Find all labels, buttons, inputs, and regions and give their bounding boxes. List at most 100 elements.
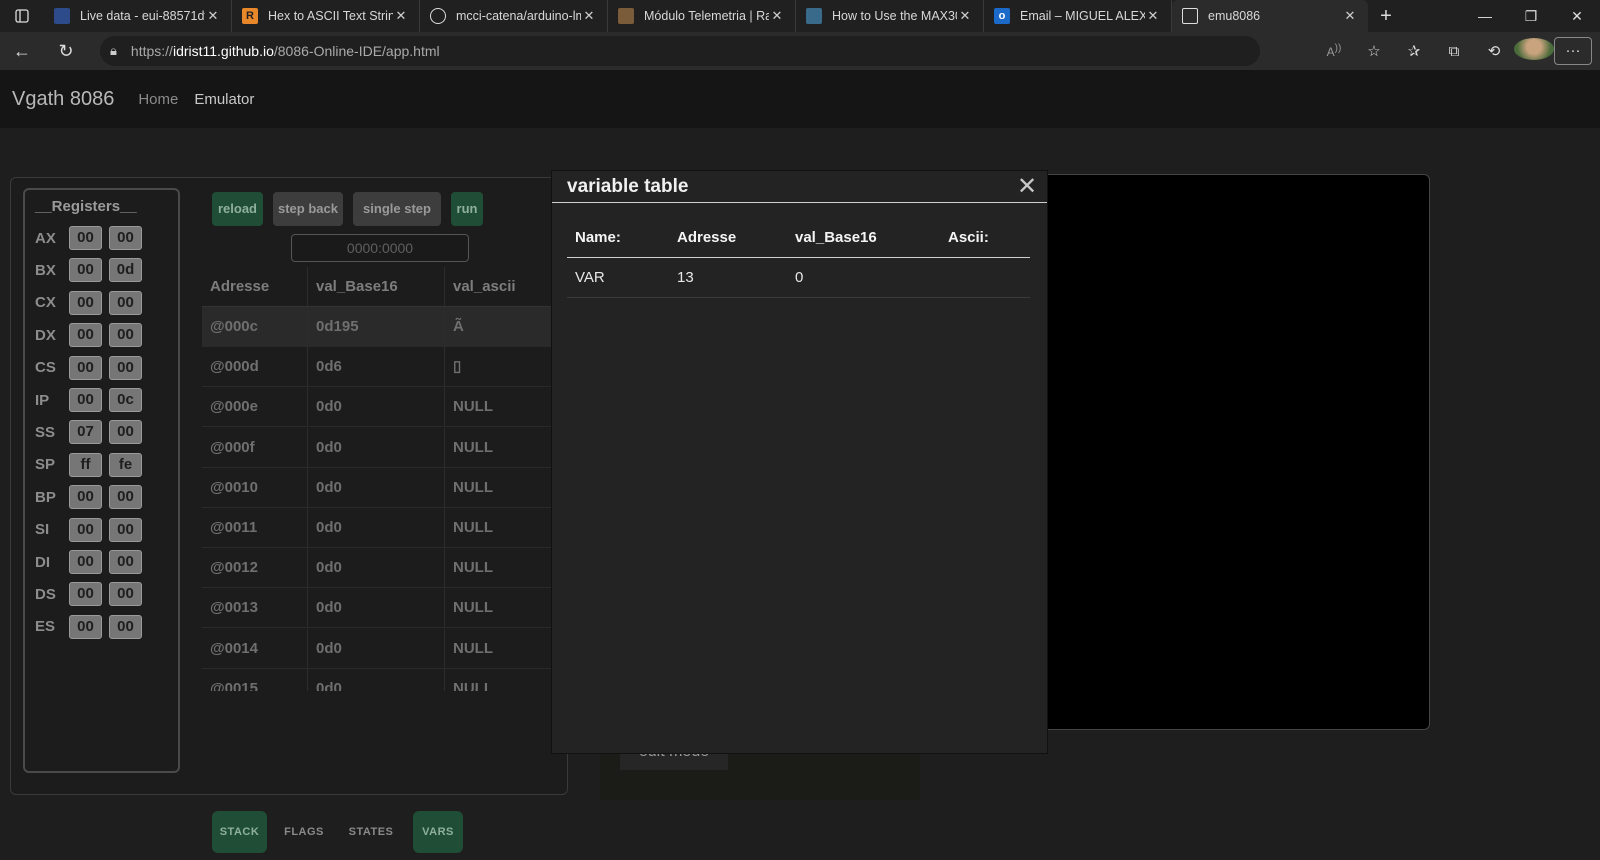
register-low-byte: 00 — [109, 355, 142, 380]
tab-close-icon[interactable]: ✕ — [957, 8, 973, 24]
register-row-ss: SS 07 00 — [35, 419, 149, 445]
browser-tab-title: mcci-catena/arduino-lm — [456, 9, 581, 23]
url-field[interactable]: 🔒︎ https://idrist11.github.io/8086-Onlin… — [100, 36, 1260, 66]
brand-logo[interactable]: Vgath 8086 — [12, 88, 114, 111]
close-icon[interactable]: ✕ — [1007, 172, 1047, 201]
run-button[interactable]: run — [451, 192, 483, 226]
tab-stack[interactable]: STACK — [212, 811, 267, 853]
table-cell: 0 — [795, 269, 804, 286]
chip-icon — [54, 8, 70, 24]
column-header-val-base16: val_Base16 — [308, 267, 445, 306]
memory-table-header: Adresse val_Base16 val_ascii — [202, 267, 562, 307]
register-high-byte: 00 — [69, 614, 102, 639]
site-navbar: Vgath 8086 Home Emulator — [0, 70, 1600, 128]
browser-tab-title: How to Use the MAX30 — [832, 9, 957, 23]
table-cell: @0012 — [202, 548, 308, 588]
register-row-cs: CS 00 00 — [35, 355, 149, 381]
table-row[interactable]: VAR 13 0 — [567, 258, 1030, 298]
browser-tab[interactable]: How to Use the MAX30 ✕ — [796, 0, 984, 32]
table-cell: 0d0 — [308, 387, 445, 427]
table-row[interactable]: @0010 0d0 NULL — [202, 467, 562, 508]
browser-tab[interactable]: R Hex to ASCII Text String ✕ — [232, 0, 420, 32]
table-row[interactable]: @000c 0d195 Ã — [202, 307, 562, 347]
tab-states[interactable]: STATES — [341, 811, 401, 853]
modal-title: variable table — [567, 175, 689, 197]
nav-link-home[interactable]: Home — [138, 91, 178, 108]
table-row[interactable]: @000f 0d0 NULL — [202, 427, 562, 468]
tab-actions-icon[interactable] — [0, 0, 44, 32]
address-input[interactable]: 0000:0000 — [291, 234, 469, 262]
register-high-byte: 00 — [69, 550, 102, 574]
restore-icon[interactable]: ❐ — [1508, 8, 1554, 25]
register-row-ds: DS 00 00 — [35, 581, 149, 607]
tab-close-icon[interactable]: ✕ — [1342, 8, 1358, 24]
table-cell: Ã — [453, 318, 464, 335]
table-row[interactable]: @000d 0d6 ▯ — [202, 347, 562, 388]
table-cell: 0d0 — [308, 467, 445, 507]
tab-close-icon[interactable]: ✕ — [769, 8, 785, 24]
register-high-byte: 00 — [69, 355, 102, 380]
step-back-button[interactable]: step back — [273, 192, 343, 226]
column-header-adresse: Adresse — [677, 229, 737, 246]
register-high-byte: 00 — [69, 323, 102, 348]
table-row[interactable]: @0014 0d0 NULL — [202, 628, 562, 669]
browser-tab[interactable]: mcci-catena/arduino-lm ✕ — [420, 0, 608, 32]
minimize-icon[interactable]: — — [1462, 8, 1508, 25]
table-row[interactable]: @0012 0d0 NULL — [202, 548, 562, 589]
browser-tab[interactable]: Módulo Telemetria | Ra ✕ — [608, 0, 796, 32]
table-row[interactable]: @000e 0d0 NULL — [202, 387, 562, 428]
window-close-icon[interactable]: ✕ — [1554, 8, 1600, 25]
profile-avatar[interactable] — [1514, 38, 1554, 64]
tab-close-icon[interactable]: ✕ — [581, 8, 597, 24]
refresh-icon[interactable]: ↻ — [44, 41, 88, 62]
table-row[interactable]: @0015 0d0 NULL — [202, 668, 562, 691]
tab-vars[interactable]: VARS — [413, 811, 463, 853]
register-row-ax: AX 00 00 — [35, 225, 149, 251]
table-cell: VAR — [575, 269, 605, 286]
table-cell: 0d0 — [308, 668, 445, 691]
history-icon[interactable]: ⟲ — [1474, 42, 1514, 60]
table-cell: NULL — [453, 679, 493, 691]
reload-button[interactable]: reload — [212, 192, 263, 226]
register-low-byte: 0c — [109, 388, 142, 412]
table-cell: NULL — [453, 559, 493, 577]
collections-icon[interactable]: ⧉ — [1434, 43, 1474, 60]
table-cell: ▯ — [453, 358, 462, 376]
register-row-bx: BX 00 0d — [35, 257, 149, 283]
table-row[interactable]: @0013 0d0 NULL — [202, 588, 562, 629]
table-cell: NULL — [453, 398, 493, 416]
back-arrow-icon[interactable]: ← — [0, 41, 44, 62]
table-cell: @0011 — [202, 508, 308, 547]
nav-link-emulator[interactable]: Emulator — [194, 91, 254, 108]
browser-tab[interactable]: Live data - eui-88571dff ✕ — [44, 0, 232, 32]
single-step-button[interactable]: single step — [353, 192, 441, 226]
favorites-icon[interactable]: ✰ — [1394, 42, 1434, 60]
read-aloud-icon[interactable]: A)) — [1314, 43, 1354, 59]
memory-table: Adresse val_Base16 val_ascii @000c 0d195 Ã… — [202, 267, 562, 691]
table-row[interactable]: @0011 0d0 NULL — [202, 508, 562, 548]
register-high-byte: 07 — [69, 420, 102, 445]
browser-tab[interactable]: o Email – MIGUEL ALEXA ✕ — [984, 0, 1172, 32]
modal-header: variable table ✕ — [552, 171, 1047, 203]
register-name: CX — [35, 294, 56, 312]
browser-tab-title: Módulo Telemetria | Ra — [644, 9, 769, 23]
tab-flags[interactable]: FLAGS — [279, 811, 329, 853]
register-high-byte: ff — [69, 452, 102, 477]
table-cell: 13 — [677, 269, 694, 286]
url-host: idrist11.github.io — [172, 43, 274, 59]
lock-icon[interactable]: 🔒︎ — [110, 43, 117, 59]
register-row-dx: DX 00 00 — [35, 322, 149, 348]
tab-close-icon[interactable]: ✕ — [205, 8, 221, 24]
browser-tab[interactable]: emu8086 ✕ — [1172, 0, 1368, 32]
tab-close-icon[interactable]: ✕ — [1145, 8, 1161, 24]
register-row-ip: IP 00 0c — [35, 387, 149, 413]
new-tab-button[interactable]: + — [1368, 5, 1404, 28]
register-name: BX — [35, 261, 56, 279]
more-menu-icon[interactable]: ··· — [1554, 37, 1592, 65]
registers-panel: __Registers__ AX 00 00 BX 00 0d CX 00 00 DX 00 00 CS… — [23, 188, 180, 773]
register-low-byte: 00 — [109, 485, 142, 510]
table-cell: NULL — [453, 519, 493, 536]
tab-close-icon[interactable]: ✕ — [393, 8, 409, 24]
register-high-byte: 00 — [69, 226, 102, 250]
add-favorite-icon[interactable]: ☆ — [1354, 42, 1394, 60]
